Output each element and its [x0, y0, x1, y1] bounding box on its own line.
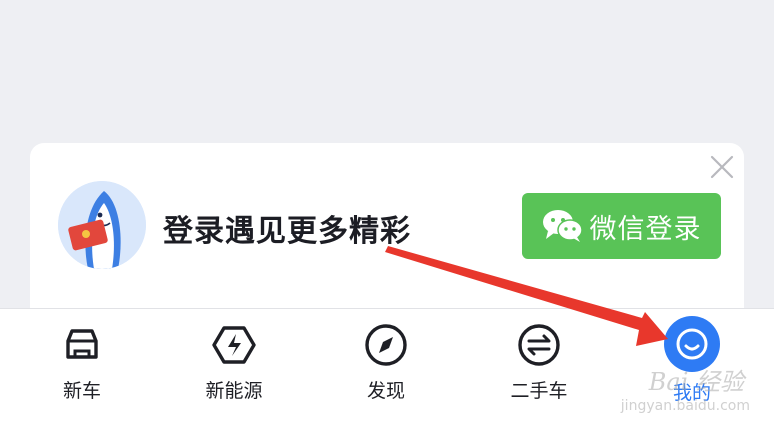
watermark-logo: Bai 经验	[648, 368, 744, 396]
wechat-login-label: 微信登录	[589, 213, 702, 245]
wechat-icon	[542, 210, 583, 242]
tab-new-energy[interactable]: 新能源	[174, 309, 294, 434]
tab-label: 二手车	[510, 380, 568, 402]
smiley-face-icon	[676, 328, 708, 360]
wechat-login-button[interactable]: 微信登录	[522, 193, 721, 259]
tab-used-car[interactable]: 二手车	[479, 309, 599, 434]
login-prompt-card: 登录遇见更多精彩 微信登录	[30, 143, 744, 308]
tab-label: 新车	[62, 380, 101, 402]
tab-new-car[interactable]: 新车	[22, 309, 142, 434]
lightning-hexagon-icon	[212, 326, 256, 364]
watermark-url: jingyan.baidu.com	[620, 398, 750, 414]
tab-discover[interactable]: 发现	[326, 309, 446, 434]
close-icon[interactable]	[708, 153, 736, 181]
mascot-avatar	[58, 181, 146, 269]
car-icon	[66, 329, 98, 359]
compass-icon	[365, 324, 407, 366]
login-promo-text: 登录遇见更多精彩	[163, 214, 411, 249]
tab-label: 发现	[366, 380, 405, 402]
exchange-arrows-icon	[518, 324, 560, 366]
tab-label: 新能源	[205, 380, 263, 402]
